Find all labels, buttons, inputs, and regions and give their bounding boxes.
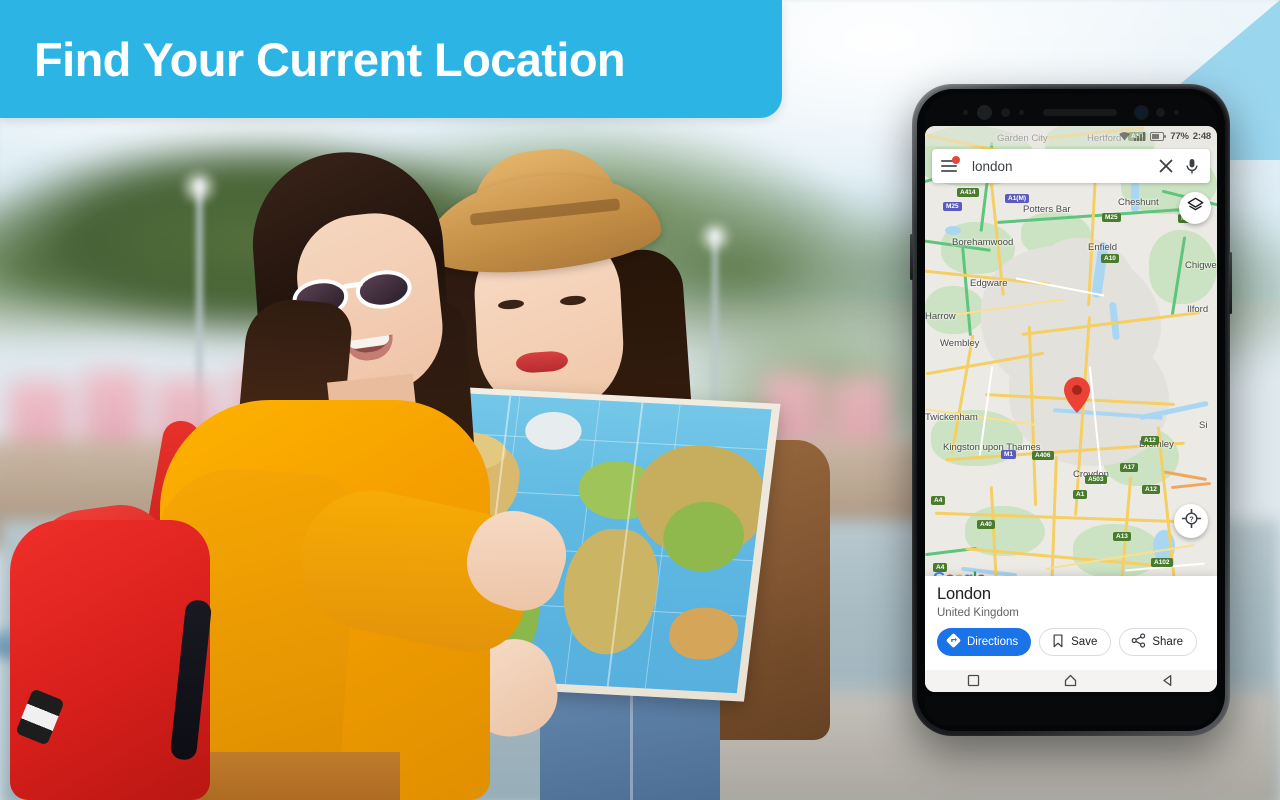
share-icon — [1131, 633, 1146, 651]
share-label: Share — [1152, 636, 1184, 648]
hamburger-menu-icon[interactable] — [941, 156, 960, 172]
photo-lamp-glow-3 — [698, 220, 732, 254]
road-badge: M25 — [943, 202, 962, 212]
road-badge: A1 — [1073, 490, 1088, 500]
battery-percent: 77% — [1170, 130, 1189, 142]
map-place-label: Twickenham — [925, 412, 978, 423]
battery-icon — [1150, 131, 1167, 141]
save-button[interactable]: Save — [1039, 628, 1112, 656]
layers-icon — [1187, 197, 1204, 219]
phone-top-bezel — [924, 94, 1218, 130]
place-actions: Directions Save Share — [937, 628, 1205, 656]
microphone-icon[interactable] — [1183, 157, 1201, 175]
status-time: 2:48 — [1192, 130, 1211, 142]
back-button[interactable] — [1161, 674, 1175, 688]
road-badge: A414 — [957, 188, 979, 198]
headline-banner: Find Your Current Location — [0, 0, 782, 118]
share-button[interactable]: Share — [1119, 628, 1198, 656]
road-badge: M25 — [1102, 213, 1121, 223]
directions-label: Directions — [967, 636, 1019, 648]
directions-button[interactable]: Directions — [937, 628, 1032, 656]
sensor-dot-2-icon — [1156, 107, 1165, 117]
map-place-label: Enfield — [1088, 242, 1118, 253]
map-place-label: Borehamwood — [952, 237, 1014, 248]
notification-dot — [952, 156, 960, 164]
map-place-label: Si — [1199, 420, 1208, 431]
home-button[interactable] — [1064, 674, 1078, 688]
map-place-label: Potters Bar — [1023, 204, 1071, 215]
proximity-sensor-icon — [963, 109, 968, 115]
svg-text:?: ? — [1189, 516, 1193, 524]
road-badge: A10 — [1101, 254, 1119, 264]
map-place-label: Harrow — [925, 311, 956, 322]
save-label: Save — [1071, 636, 1098, 648]
map-layers-button[interactable] — [1179, 192, 1211, 224]
sensor-dot-icon — [1019, 109, 1024, 115]
light-sensor-icon — [1001, 107, 1010, 117]
status-bar: 77% 2:48 — [925, 126, 1217, 146]
road-badge: A13 — [1113, 532, 1131, 542]
power-button[interactable] — [1229, 252, 1232, 314]
road-badge: A17 — [1120, 463, 1138, 473]
road-badge: A4 — [931, 496, 946, 506]
search-input[interactable]: london — [972, 159, 1149, 174]
road-badge: A12 — [1141, 436, 1159, 446]
map-place-label: Chigwell — [1185, 260, 1217, 271]
road-badge: M1 — [1001, 450, 1017, 460]
road-badge: A102 — [1151, 558, 1173, 568]
front-camera-icon — [1136, 106, 1147, 118]
earpiece-speaker — [1043, 108, 1117, 116]
sensor-dot-3-icon — [1174, 109, 1179, 115]
photo-woman1-pants — [180, 752, 400, 800]
phone-mockup: Garden CityHertfordPotters BarCheshuntBo… — [910, 84, 1232, 736]
recents-button[interactable] — [967, 674, 981, 688]
place-subtitle: United Kingdom — [937, 607, 1019, 619]
wifi-icon — [1119, 131, 1131, 141]
phone-bottom-bezel — [924, 696, 1218, 726]
photo-lamp-glow-1 — [180, 168, 218, 206]
road-badge: A40 — [977, 520, 995, 530]
place-info-card: London United Kingdom Directions Save Sh… — [925, 576, 1217, 670]
map-place-label: Cheshunt — [1118, 197, 1159, 208]
map-place-label: Ilford — [1187, 304, 1209, 315]
map-place-label: Wembley — [940, 338, 980, 349]
bookmark-icon — [1051, 633, 1065, 651]
road-badge: A406 — [1032, 451, 1054, 461]
signal-icon — [1134, 131, 1146, 141]
phone-screen: Garden CityHertfordPotters BarCheshuntBo… — [925, 126, 1217, 692]
map-place-label: Edgware — [970, 278, 1008, 289]
map-search-bar[interactable]: london — [932, 149, 1210, 183]
road-badge: A12 — [1142, 485, 1160, 495]
my-location-icon: ? — [1181, 508, 1201, 533]
android-nav-bar — [925, 670, 1217, 692]
map-place-label: Kingston upon Thames — [943, 442, 1041, 453]
page-title: Find Your Current Location — [34, 32, 626, 86]
volume-button[interactable] — [910, 234, 913, 280]
my-location-button[interactable]: ? — [1174, 504, 1208, 538]
map-location-pin[interactable] — [1064, 377, 1090, 413]
iris-scanner-icon — [977, 104, 992, 120]
directions-icon — [946, 633, 961, 651]
road-badge: A1(M) — [1005, 194, 1030, 204]
close-icon[interactable] — [1157, 157, 1175, 175]
place-title: London — [937, 585, 991, 603]
road-badge: A503 — [1085, 475, 1107, 485]
